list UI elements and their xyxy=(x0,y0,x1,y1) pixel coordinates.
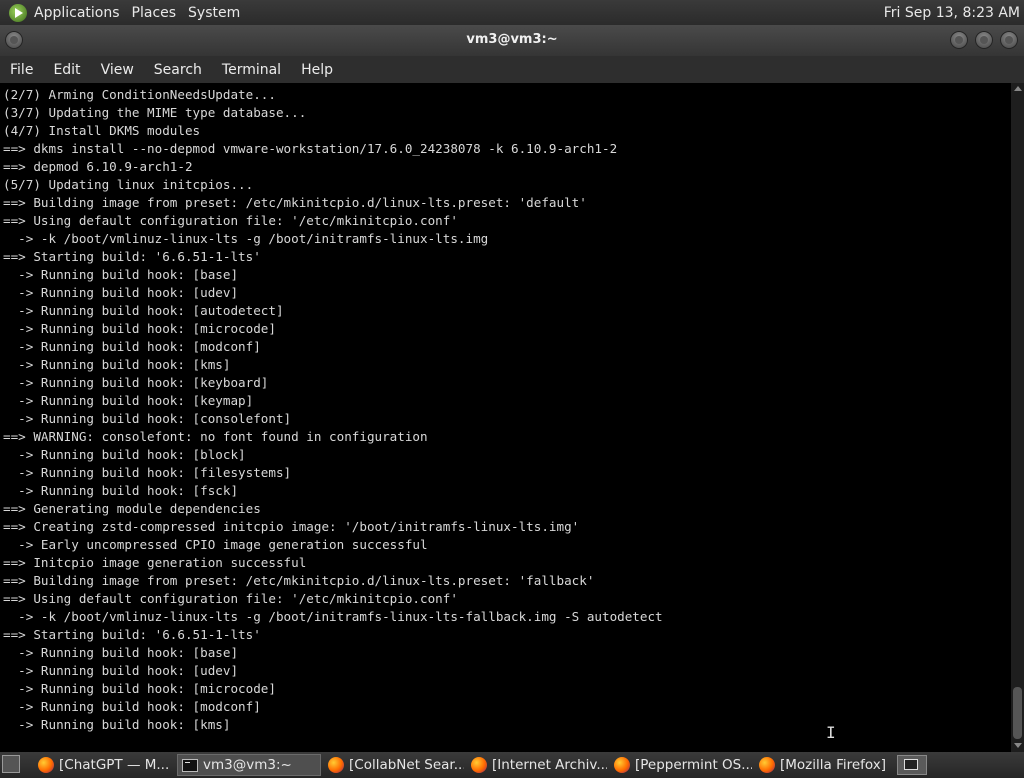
terminal-line: -> Running build hook: [keymap] xyxy=(3,393,254,408)
terminal-line: -> Running build hook: [base] xyxy=(3,267,239,282)
places-menu[interactable]: Places xyxy=(132,5,185,21)
menu-edit[interactable]: Edit xyxy=(43,62,90,78)
taskbar-task[interactable]: [Internet Archiv... xyxy=(467,754,607,776)
terminal-line: ==> Building image from preset: /etc/mki… xyxy=(3,195,587,210)
terminal-line: ==> Generating module dependencies xyxy=(3,501,261,516)
terminal-line: -> Early uncompressed CPIO image generat… xyxy=(3,537,428,552)
terminal-line: -> Running build hook: [base] xyxy=(3,645,239,660)
menu-search[interactable]: Search xyxy=(144,62,212,78)
terminal-line: ==> Creating zstd-compressed initcpio im… xyxy=(3,519,580,534)
window-title-bar[interactable]: vm3@vm3:~ xyxy=(0,25,1024,56)
taskbar-task[interactable]: [Mozilla Firefox] xyxy=(755,754,893,776)
terminal-line: ==> Using default configuration file: '/… xyxy=(3,213,458,228)
workspace-switcher[interactable] xyxy=(897,755,927,775)
applications-menu[interactable]: Applications xyxy=(34,5,128,21)
taskbar-task[interactable]: [ChatGPT — M... xyxy=(34,754,174,776)
scroll-up-icon[interactable] xyxy=(1014,86,1022,91)
taskbar-task[interactable]: [CollabNet Sear... xyxy=(324,754,464,776)
taskbar-task[interactable]: [Peppermint OS... xyxy=(610,754,752,776)
terminal-line: ==> depmod 6.10.9-arch1-2 xyxy=(3,159,193,174)
terminal-line: -> Running build hook: [block] xyxy=(3,447,246,462)
distro-logo-icon[interactable] xyxy=(9,3,27,22)
menu-file[interactable]: File xyxy=(0,62,43,78)
terminal-line: ==> dkms install --no-depmod vmware-work… xyxy=(3,141,618,156)
terminal-line: ==> Building image from preset: /etc/mki… xyxy=(3,573,595,588)
maximize-icon[interactable] xyxy=(975,31,993,49)
terminal-line: -> Running build hook: [consolefont] xyxy=(3,411,292,426)
show-desktop-icon[interactable] xyxy=(2,755,20,773)
panel-clock[interactable]: Fri Sep 13, 8:23 AM xyxy=(884,5,1020,21)
firefox-icon xyxy=(759,757,775,773)
terminal-line: -> Running build hook: [kms] xyxy=(3,357,231,372)
terminal-line: -> Running build hook: [modconf] xyxy=(3,339,261,354)
terminal-output[interactable]: (2/7) Arming ConditionNeedsUpdate... (3/7… xyxy=(0,83,1011,752)
terminal-line: ==> Using default configuration file: '/… xyxy=(3,591,458,606)
menu-help[interactable]: Help xyxy=(291,62,343,78)
terminal-line: -> Running build hook: [microcode] xyxy=(3,321,276,336)
terminal-line: ==> Starting build: '6.6.51-1-lts' xyxy=(3,627,261,642)
task-label: [ChatGPT — M... xyxy=(59,757,170,773)
terminal-line: ==> Initcpio image generation successful xyxy=(3,555,307,570)
mouse-text-cursor-icon xyxy=(826,724,834,742)
terminal-scrollbar[interactable] xyxy=(1011,83,1024,752)
window-title: vm3@vm3:~ xyxy=(466,32,558,47)
task-label: [Peppermint OS... xyxy=(635,757,752,773)
terminal-line: -> Running build hook: [udev] xyxy=(3,285,239,300)
task-label: [Internet Archiv... xyxy=(492,757,607,773)
terminal-line: (5/7) Updating linux initcpios... xyxy=(3,177,254,192)
taskbar-task-active[interactable]: vm3@vm3:~ xyxy=(177,754,321,776)
menu-view[interactable]: View xyxy=(91,62,144,78)
firefox-icon xyxy=(328,757,344,773)
task-label: [CollabNet Sear... xyxy=(349,757,464,773)
firefox-icon xyxy=(614,757,630,773)
terminal-line: ==> WARNING: consolefont: no font found … xyxy=(3,429,428,444)
terminal-line: (3/7) Updating the MIME type database... xyxy=(3,105,307,120)
menu-terminal[interactable]: Terminal xyxy=(212,62,291,78)
terminal-line: -> Running build hook: [autodetect] xyxy=(3,303,284,318)
terminal-line: -> Running build hook: [microcode] xyxy=(3,681,276,696)
scrollbar-thumb[interactable] xyxy=(1013,687,1022,739)
task-label: vm3@vm3:~ xyxy=(203,757,292,773)
terminal-line: -> Running build hook: [keyboard] xyxy=(3,375,269,390)
firefox-icon xyxy=(38,757,54,773)
terminal-line: -> Running build hook: [modconf] xyxy=(3,699,261,714)
system-menu[interactable]: System xyxy=(188,5,248,21)
bottom-taskbar: [ChatGPT — M... vm3@vm3:~ [CollabNet Sea… xyxy=(0,752,1024,778)
task-label: [Mozilla Firefox] xyxy=(780,757,887,773)
terminal-menubar: File Edit View Search Terminal Help xyxy=(0,56,1024,83)
terminal-line: -> -k /boot/vmlinuz-linux-lts -g /boot/i… xyxy=(3,231,489,246)
minimize-icon[interactable] xyxy=(950,31,968,49)
terminal-line: -> Running build hook: [kms] xyxy=(3,717,231,732)
terminal-line: -> -k /boot/vmlinuz-linux-lts -g /boot/i… xyxy=(3,609,663,624)
scroll-down-icon[interactable] xyxy=(1014,743,1022,748)
terminal-line: (2/7) Arming ConditionNeedsUpdate... xyxy=(3,87,276,102)
terminal-line: -> Running build hook: [filesystems] xyxy=(3,465,292,480)
terminal-line: ==> Starting build: '6.6.51-1-lts' xyxy=(3,249,261,264)
workspace-thumbnail xyxy=(904,759,918,770)
terminal-line: -> Running build hook: [fsck] xyxy=(3,483,239,498)
terminal-line: (4/7) Install DKMS modules xyxy=(3,123,201,138)
firefox-icon xyxy=(471,757,487,773)
close-icon[interactable] xyxy=(1000,31,1018,49)
terminal-line: -> Running build hook: [udev] xyxy=(3,663,239,678)
terminal-icon xyxy=(182,758,198,772)
top-panel: Applications Places System Fri Sep 13, 8… xyxy=(0,0,1024,25)
terminal-lines: (2/7) Arming ConditionNeedsUpdate... (3/7… xyxy=(3,86,663,734)
